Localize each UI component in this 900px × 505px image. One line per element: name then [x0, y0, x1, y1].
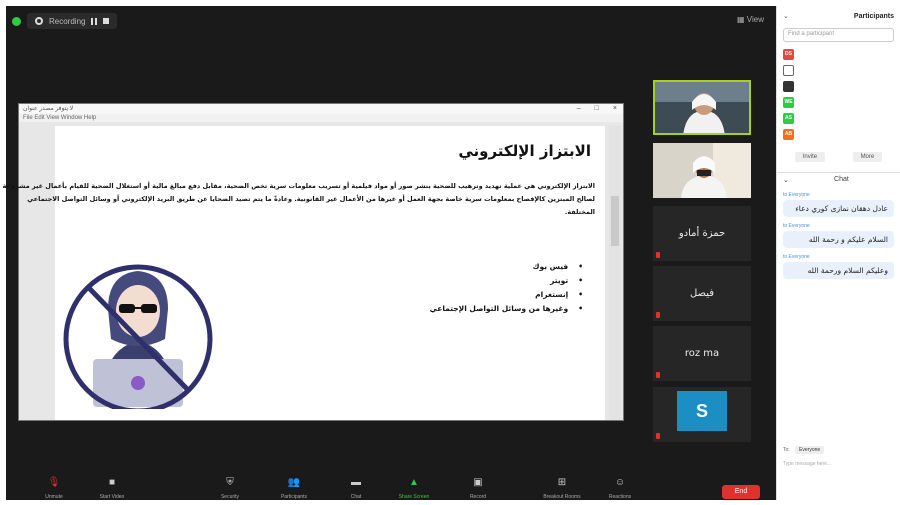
- mic-muted-icon: [656, 433, 660, 439]
- recipient-select[interactable]: Everyone: [795, 446, 825, 454]
- security-button[interactable]: ⛨ Security: [200, 477, 260, 500]
- security-icon: ⛨: [226, 477, 234, 488]
- invite-button[interactable]: Invite: [794, 152, 826, 162]
- mic-muted-icon: [656, 312, 660, 318]
- shared-window-title: لا يتوفر مصدر عنوان: [23, 106, 74, 112]
- minimize-icon: –: [576, 105, 581, 112]
- bullet-item: إنستغرام: [430, 288, 583, 302]
- reactions-icon: ☺: [614, 477, 626, 488]
- chat-message: وعليكم السلام ورحمة الله: [783, 262, 894, 279]
- chat-icon: ▬: [351, 477, 361, 488]
- panel-header: ⌄ Participants: [777, 6, 900, 26]
- breakout-rooms-button[interactable]: ⊞ Breakout Rooms: [532, 477, 592, 500]
- record-icon: ▣: [473, 477, 483, 488]
- record-icon: [35, 17, 43, 25]
- participant-row[interactable]: WE: [777, 94, 900, 110]
- avatar: [783, 64, 794, 76]
- participant-row[interactable]: DS: [777, 46, 900, 62]
- participant-row[interactable]: AB: [777, 126, 900, 142]
- avatar: S: [677, 391, 727, 431]
- mic-icon: 🎙: [47, 477, 61, 488]
- panel-actions: Invite More: [781, 152, 896, 162]
- participant-video: [655, 82, 749, 133]
- bullet-item: تويتر: [430, 274, 583, 288]
- avatar: AB: [783, 128, 794, 140]
- participant-row[interactable]: [777, 78, 900, 94]
- participant-video: [653, 143, 751, 198]
- more-button[interactable]: More: [852, 152, 883, 162]
- avatar: AS: [783, 112, 794, 124]
- participant-tile[interactable]: فيصل: [653, 266, 751, 321]
- scrollbar-thumb[interactable]: [611, 196, 619, 246]
- participants-icon: 👥: [287, 477, 301, 488]
- chat-input[interactable]: Type message here...: [783, 461, 831, 467]
- participant-search-input[interactable]: Find a participant: [783, 28, 894, 42]
- chat-message: عادل دهقان نمازی كوري دعاء: [783, 200, 894, 217]
- recipient-label: To:: [783, 447, 790, 453]
- hacker-illustration: [63, 264, 213, 409]
- slide-paragraph: الابتزاز الإلكتروني هي عملية تهديد وترهي…: [2, 182, 595, 216]
- close-icon: ×: [612, 105, 617, 112]
- tile-name: حمزة أمادو: [678, 228, 726, 239]
- recording-indicator: Recording: [27, 13, 118, 29]
- chat-message-meta: to Everyone: [783, 254, 810, 260]
- mic-muted-icon: [656, 372, 660, 378]
- participant-tile[interactable]: حمزة أمادو: [653, 206, 751, 261]
- meeting-toolbar: 🎙 Unmute ■ Start Video ⛨ Security 👥 Particip…: [6, 474, 776, 500]
- slide-scrollbar[interactable]: [609, 126, 621, 420]
- recording-label: Recording: [49, 16, 86, 26]
- chat-header: ⌄ Chat: [777, 172, 900, 186]
- participant-row[interactable]: AS: [777, 110, 900, 126]
- chevron-down-icon[interactable]: ⌄: [783, 176, 789, 184]
- avatar: [783, 80, 794, 92]
- start-video-button[interactable]: ■ Start Video: [82, 477, 142, 500]
- participant-list: DS WE AS AB: [777, 46, 900, 142]
- participant-tile[interactable]: S: [653, 387, 751, 442]
- participant-tile[interactable]: roz ma: [653, 326, 751, 381]
- reactions-button[interactable]: ☺ Reactions: [590, 477, 650, 500]
- panel-title: Participants: [853, 12, 894, 20]
- shared-window-menu: File Edit View Window Help: [19, 114, 623, 122]
- avatar: DS: [783, 48, 794, 60]
- chat-title: Chat: [834, 176, 849, 183]
- encryption-icon[interactable]: [12, 16, 21, 26]
- pause-recording-icon[interactable]: [91, 17, 98, 25]
- tile-name: roz ma: [684, 348, 720, 359]
- chevron-down-icon[interactable]: ⌄: [783, 12, 789, 20]
- mic-muted-icon: [656, 252, 660, 258]
- chat-button[interactable]: ▬ Chat: [326, 477, 386, 500]
- slide-bullets: فيس بوك تويتر إنستغرام وغيرها من وسائل ا…: [430, 260, 583, 316]
- maximize-icon: □: [594, 105, 599, 112]
- video-tile[interactable]: [653, 143, 751, 198]
- video-icon: ■: [108, 477, 116, 488]
- end-meeting-button[interactable]: End: [722, 485, 760, 499]
- participants-button[interactable]: 👥 Participants: [264, 477, 324, 500]
- zoom-meeting-window: Recording ▦ View لا يتوفر مصدر عنوان – □ ×…: [0, 0, 900, 505]
- participant-row[interactable]: [777, 62, 900, 78]
- share-screen-icon: ▲: [409, 477, 419, 488]
- chat-message: السلام عليكم و رحمة الله: [783, 231, 894, 248]
- recording-bar: Recording: [12, 12, 118, 30]
- chat-message-meta: to Everyone: [783, 192, 810, 198]
- chat-message-meta: to Everyone: [783, 223, 810, 229]
- shared-screen: لا يتوفر مصدر عنوان – □ × File Edit View W…: [3, 103, 624, 421]
- slide-title: الابتزاز الإلكتروني: [458, 142, 591, 160]
- bullet-item: وغيرها من وسائل التواصل الإجتماعي: [430, 302, 583, 316]
- video-tile[interactable]: [653, 80, 751, 135]
- unmute-button[interactable]: 🎙 Unmute: [24, 477, 84, 500]
- shared-window-titlebar: لا يتوفر مصدر عنوان – □ ×: [19, 104, 623, 114]
- record-button[interactable]: ▣ Record: [448, 477, 508, 500]
- tile-name: فيصل: [689, 288, 715, 299]
- meeting-stage: Recording ▦ View لا يتوفر مصدر عنوان – □ ×…: [3, 6, 776, 500]
- breakout-icon: ⊞: [557, 477, 567, 488]
- share-screen-button[interactable]: ▲ Share Screen: [384, 477, 444, 500]
- participants-panel: ⌄ Participants Find a participant DS WE …: [776, 6, 900, 500]
- bullet-item: فيس بوك: [430, 260, 583, 274]
- avatar: WE: [783, 96, 794, 108]
- chat-recipient: To: Everyone: [783, 446, 825, 454]
- view-button[interactable]: ▦ View: [737, 15, 764, 24]
- stop-recording-icon[interactable]: [103, 18, 110, 24]
